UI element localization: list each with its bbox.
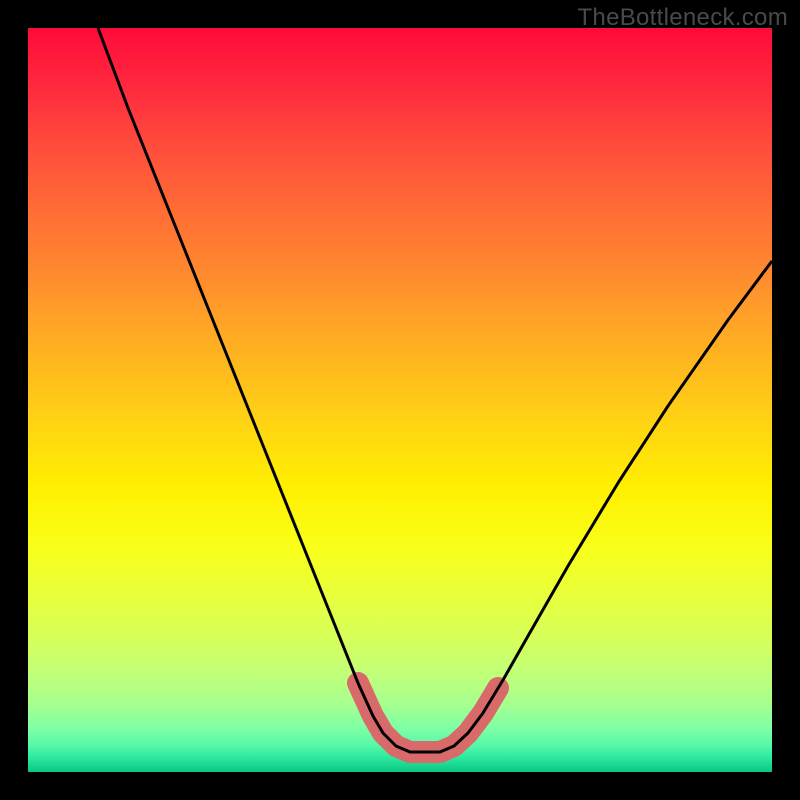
chart-frame xyxy=(28,28,772,772)
bottleneck-curve xyxy=(98,28,772,752)
highlighted-minimum-band xyxy=(358,683,498,752)
watermark-text: TheBottleneck.com xyxy=(577,4,788,32)
curve-layer xyxy=(28,28,772,772)
